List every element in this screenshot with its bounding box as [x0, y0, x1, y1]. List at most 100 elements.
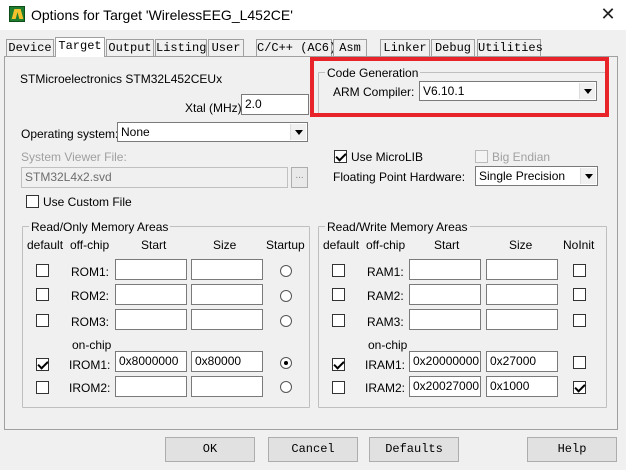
- tab-device[interactable]: Device: [6, 39, 54, 57]
- iram2-default-checkbox[interactable]: [332, 381, 345, 394]
- use-custom-file-checkbox[interactable]: [26, 195, 39, 208]
- irom2-start-input[interactable]: [115, 376, 187, 397]
- fpu-select-value: Single Precision: [479, 169, 566, 183]
- big-endian-checkbox[interactable]: [475, 150, 488, 163]
- rom1-label: ROM1:: [71, 265, 110, 279]
- rom1-start-input[interactable]: [115, 259, 187, 280]
- irom1-startup-radio[interactable]: [280, 357, 292, 369]
- cancel-button[interactable]: Cancel: [268, 437, 358, 462]
- ram2-default-checkbox[interactable]: [332, 288, 345, 301]
- fpu-select[interactable]: Single Precision: [475, 166, 598, 186]
- os-select[interactable]: None: [117, 122, 308, 142]
- iram1-default-checkbox[interactable]: [332, 358, 345, 371]
- ok-button[interactable]: OK: [165, 437, 255, 462]
- svd-input[interactable]: STM32L4x2.svd: [21, 167, 288, 188]
- tab-cpp[interactable]: C/C++ (AC6): [256, 39, 336, 57]
- highlight-box: [310, 57, 609, 117]
- irom1-label: IROM1:: [69, 358, 111, 372]
- rom-header-offchip: off-chip: [70, 238, 110, 252]
- ram-areas-label: Read/Write Memory Areas: [325, 220, 470, 234]
- rom3-startup-radio[interactable]: [280, 315, 292, 327]
- iram1-label: IRAM1:: [365, 358, 406, 372]
- iram1-start-input[interactable]: 0x20000000: [409, 351, 481, 372]
- xtal-input[interactable]: 2.0: [241, 94, 309, 115]
- ram-header-default: default: [323, 238, 360, 252]
- tab-target[interactable]: Target: [55, 37, 105, 57]
- irom1-size-input[interactable]: 0x80000: [191, 351, 263, 372]
- ram1-default-checkbox[interactable]: [332, 264, 345, 277]
- window-title: Options for Target 'WirelessEEG_L452CE': [31, 7, 293, 23]
- rom3-label: ROM3:: [71, 315, 110, 329]
- ram2-noinit-checkbox[interactable]: [573, 288, 586, 301]
- iram2-start-input[interactable]: 0x20027000: [409, 376, 481, 397]
- rom2-default-checkbox[interactable]: [36, 288, 49, 301]
- tab-output[interactable]: Output: [106, 39, 154, 57]
- ram3-size-input[interactable]: [486, 309, 558, 330]
- rom2-size-input[interactable]: [191, 284, 263, 305]
- ram2-start-input[interactable]: [409, 284, 481, 305]
- chevron-down-icon[interactable]: [580, 168, 596, 184]
- ram-header-start: Start: [434, 238, 460, 252]
- big-endian-label: Big Endian: [492, 150, 551, 164]
- irom2-label: IROM2:: [69, 381, 111, 395]
- tab-utilities[interactable]: Utilities: [477, 39, 543, 57]
- irom2-startup-radio[interactable]: [280, 381, 292, 393]
- tab-user[interactable]: User: [208, 39, 244, 57]
- rom1-default-checkbox[interactable]: [36, 264, 49, 277]
- rom-header-size: Size: [213, 238, 237, 252]
- irom2-size-input[interactable]: [191, 376, 263, 397]
- irom1-start-input[interactable]: 0x8000000: [115, 351, 187, 372]
- ram2-size-input[interactable]: [486, 284, 558, 305]
- defaults-button[interactable]: Defaults: [369, 437, 459, 462]
- tab-listing[interactable]: Listing: [155, 39, 207, 57]
- ram1-label: RAM1:: [367, 265, 404, 279]
- rom-onchip-label: on-chip: [72, 338, 112, 352]
- rom-header-default: default: [27, 238, 64, 252]
- svd-label: System Viewer File:: [21, 150, 127, 164]
- chevron-down-icon[interactable]: [290, 124, 306, 140]
- ram3-default-checkbox[interactable]: [332, 314, 345, 327]
- ram3-label: RAM3:: [367, 315, 404, 329]
- ram-onchip-label: on-chip: [368, 338, 408, 352]
- title-bar: Options for Target 'WirelessEEG_L452CE' …: [0, 0, 626, 30]
- rom2-start-input[interactable]: [115, 284, 187, 305]
- rom3-size-input[interactable]: [191, 309, 263, 330]
- rom-header-start: Start: [141, 238, 167, 252]
- ram1-size-input[interactable]: [486, 259, 558, 280]
- rom1-size-input[interactable]: [191, 259, 263, 280]
- rom1-startup-radio[interactable]: [280, 265, 292, 277]
- irom2-default-checkbox[interactable]: [36, 381, 49, 394]
- use-microlib-checkbox[interactable]: [334, 150, 347, 163]
- use-microlib-label: Use MicroLIB: [351, 150, 424, 164]
- use-custom-file-label: Use Custom File: [43, 195, 132, 209]
- irom1-default-checkbox[interactable]: [36, 358, 49, 371]
- rom-areas-label: Read/Only Memory Areas: [29, 220, 171, 234]
- tab-linker[interactable]: Linker: [380, 39, 430, 57]
- ram-header-offchip: off-chip: [366, 238, 406, 252]
- svd-browse-button[interactable]: ...: [291, 167, 308, 188]
- ram3-start-input[interactable]: [409, 309, 481, 330]
- rom3-default-checkbox[interactable]: [36, 314, 49, 327]
- keil-app-icon: [9, 6, 25, 22]
- ram-header-size: Size: [509, 238, 533, 252]
- os-label: Operating system:: [21, 127, 119, 141]
- rom3-start-input[interactable]: [115, 309, 187, 330]
- iram2-label: IRAM2:: [365, 381, 406, 395]
- device-name: STMicroelectronics STM32L452CEUx: [20, 72, 223, 86]
- iram2-noinit-checkbox[interactable]: [573, 381, 586, 394]
- rom2-startup-radio[interactable]: [280, 290, 292, 302]
- ram3-noinit-checkbox[interactable]: [573, 314, 586, 327]
- ram1-start-input[interactable]: [409, 259, 481, 280]
- close-icon[interactable]: ✕: [596, 3, 620, 25]
- iram2-size-input[interactable]: 0x1000: [486, 376, 558, 397]
- tab-asm[interactable]: Asm: [333, 39, 367, 57]
- rom2-label: ROM2:: [71, 289, 110, 303]
- xtal-label: Xtal (MHz):: [185, 101, 245, 115]
- help-button[interactable]: Help: [527, 437, 617, 462]
- tab-debug[interactable]: Debug: [431, 39, 475, 57]
- rom-header-startup: Startup: [266, 238, 305, 252]
- iram1-noinit-checkbox[interactable]: [573, 356, 586, 369]
- ram1-noinit-checkbox[interactable]: [573, 264, 586, 277]
- iram1-size-input[interactable]: 0x27000: [486, 351, 558, 372]
- ram2-label: RAM2:: [367, 289, 404, 303]
